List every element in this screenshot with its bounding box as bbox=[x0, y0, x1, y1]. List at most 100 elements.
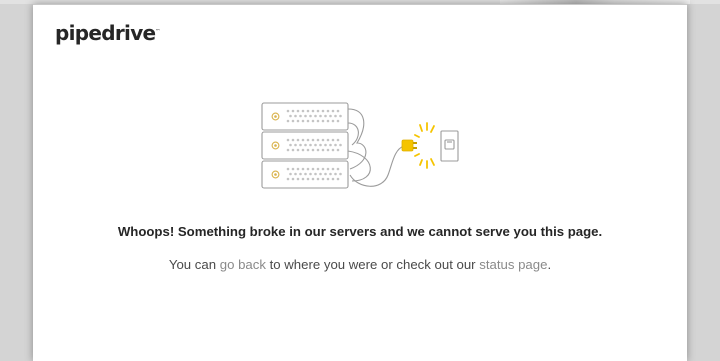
vent-dot bbox=[289, 143, 292, 147]
vent-dot bbox=[306, 167, 310, 171]
vent-dot bbox=[296, 177, 300, 181]
help-text-start: You can bbox=[168, 257, 220, 272]
vent-dot bbox=[331, 138, 335, 142]
vent-dot bbox=[326, 148, 330, 152]
vent-dot bbox=[331, 177, 335, 181]
vent-dot bbox=[339, 114, 342, 118]
vent-dot bbox=[291, 177, 295, 181]
vent-dot bbox=[331, 167, 335, 171]
vent-dot bbox=[331, 119, 335, 123]
vent-dot bbox=[301, 138, 305, 142]
vent-dot bbox=[336, 109, 340, 113]
vent-dot bbox=[294, 143, 297, 147]
error-headline: Whoops! Something broke in our servers a… bbox=[117, 224, 603, 239]
plug-icon bbox=[401, 139, 417, 152]
vent-dot bbox=[299, 172, 302, 176]
vent-dot bbox=[321, 177, 325, 181]
vent-dot bbox=[309, 172, 312, 176]
vent-dot bbox=[339, 172, 342, 176]
vent-dot bbox=[321, 138, 325, 142]
vent-dot bbox=[319, 114, 322, 118]
vent-dot bbox=[291, 167, 295, 171]
vent-dot bbox=[321, 109, 325, 113]
vent-dot bbox=[314, 172, 317, 176]
vent-dot bbox=[291, 138, 295, 142]
vent-dot bbox=[301, 148, 305, 152]
vent-dot bbox=[301, 109, 305, 113]
vent-dot bbox=[329, 172, 332, 176]
vent-dot bbox=[286, 148, 290, 152]
wall-socket-icon bbox=[440, 130, 459, 162]
vent-dot bbox=[316, 138, 320, 142]
vent-dot bbox=[301, 167, 305, 171]
vent-dot bbox=[336, 138, 340, 142]
vent-dot bbox=[324, 172, 327, 176]
vent-dot bbox=[294, 172, 297, 176]
vent-dot bbox=[321, 119, 325, 123]
vent-dot bbox=[311, 109, 315, 113]
vent-dot bbox=[316, 167, 320, 171]
vent-dot bbox=[286, 138, 290, 142]
vent-dot bbox=[321, 148, 325, 152]
vent-dot bbox=[331, 148, 335, 152]
vent-dot bbox=[326, 167, 330, 171]
vent-dot bbox=[296, 167, 300, 171]
go-back-link[interactable]: go back bbox=[220, 257, 266, 272]
vent-dot bbox=[336, 119, 340, 123]
vent-dot bbox=[291, 109, 295, 113]
vent-dot bbox=[311, 138, 315, 142]
vent-dot bbox=[294, 114, 297, 118]
error-page-panel: pipedrive™ Whoops! Something broke in ou… bbox=[33, 4, 687, 361]
vent-dot bbox=[296, 109, 300, 113]
vent-dot bbox=[316, 177, 320, 181]
vent-dot bbox=[334, 172, 337, 176]
vent-dot bbox=[299, 143, 302, 147]
vent-dot bbox=[304, 172, 307, 176]
vent-dot bbox=[286, 109, 290, 113]
vent-dot bbox=[321, 167, 325, 171]
vent-dot bbox=[339, 143, 342, 147]
vent-dot bbox=[336, 167, 340, 171]
vent-dot bbox=[296, 119, 300, 123]
vent-dot bbox=[309, 114, 312, 118]
vent-dot bbox=[329, 143, 332, 147]
vent-dot bbox=[306, 119, 310, 123]
server-cable-2 bbox=[347, 122, 359, 146]
vent-dot bbox=[311, 148, 315, 152]
vent-dot bbox=[311, 167, 315, 171]
vent-dot bbox=[319, 143, 322, 147]
error-help-text: You can go back to where you were or che… bbox=[33, 257, 687, 272]
vent-dot bbox=[286, 119, 290, 123]
vent-dot bbox=[331, 109, 335, 113]
vent-dot bbox=[304, 143, 307, 147]
vent-dot bbox=[311, 119, 315, 123]
vent-dot bbox=[319, 172, 322, 176]
status-page-link[interactable]: status page bbox=[479, 257, 547, 272]
vent-dot bbox=[309, 143, 312, 147]
vent-dot bbox=[291, 119, 295, 123]
vent-dot bbox=[301, 119, 305, 123]
vent-dot bbox=[336, 177, 340, 181]
vent-dot bbox=[316, 148, 320, 152]
vent-dot bbox=[336, 148, 340, 152]
vent-dot bbox=[311, 177, 315, 181]
vent-dot bbox=[304, 114, 307, 118]
help-text-end: . bbox=[547, 257, 552, 272]
vent-dot bbox=[306, 148, 310, 152]
vent-dot bbox=[314, 114, 317, 118]
vent-dot bbox=[289, 172, 292, 176]
vent-dot bbox=[326, 138, 330, 142]
vent-dot bbox=[286, 167, 290, 171]
vent-dot bbox=[306, 138, 310, 142]
vent-dot bbox=[314, 143, 317, 147]
vent-dot bbox=[301, 177, 305, 181]
vent-dot bbox=[329, 114, 332, 118]
vent-dot bbox=[324, 114, 327, 118]
help-text-middle: to where you were or check out our bbox=[265, 257, 480, 272]
vent-dot bbox=[334, 143, 337, 147]
vent-dot bbox=[289, 114, 292, 118]
vent-dot bbox=[296, 138, 300, 142]
vent-dot bbox=[326, 119, 330, 123]
vent-dot bbox=[316, 109, 320, 113]
vent-dot bbox=[291, 148, 295, 152]
